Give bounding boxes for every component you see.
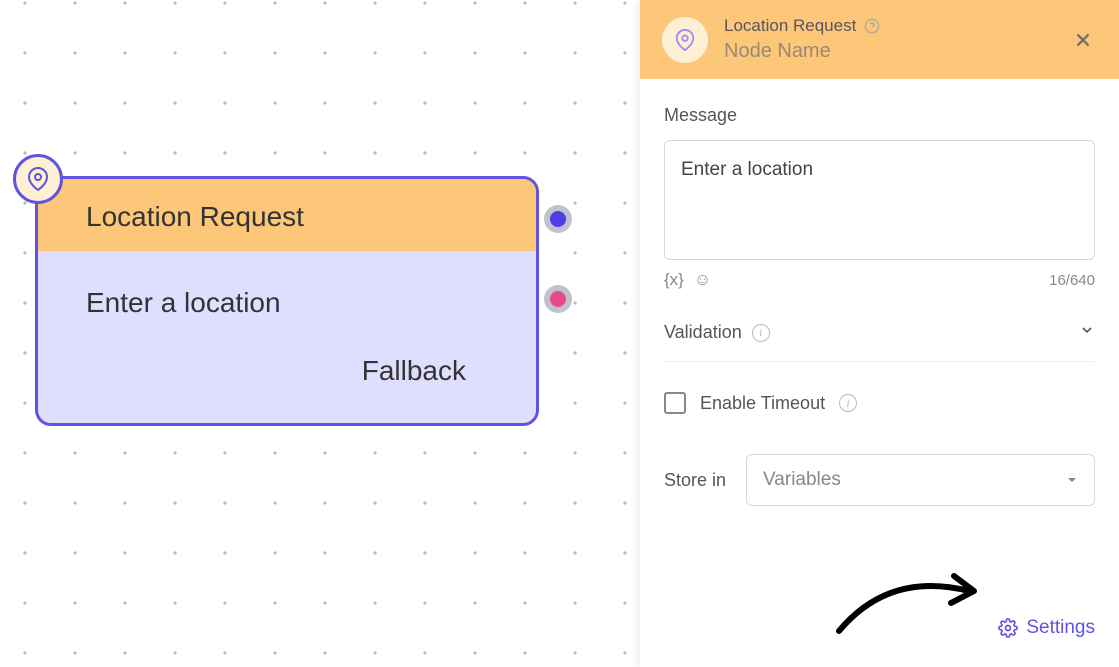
node-icon-badge xyxy=(13,154,63,204)
output-port-fallback[interactable] xyxy=(544,285,572,313)
help-icon[interactable] xyxy=(864,18,880,34)
store-row: Store in Variables xyxy=(664,444,1095,506)
store-label: Store in xyxy=(664,470,726,491)
timeout-row: Enable Timeout i xyxy=(664,376,1095,430)
node-message-row: Enter a location xyxy=(86,269,516,337)
message-input[interactable] xyxy=(664,140,1095,260)
node-message-text: Enter a location xyxy=(86,287,281,319)
panel-icon-badge xyxy=(662,17,708,63)
settings-label: Settings xyxy=(1026,617,1095,639)
enable-timeout-checkbox[interactable] xyxy=(664,392,686,414)
validation-section[interactable]: Validation i xyxy=(664,304,1095,362)
caret-down-icon xyxy=(1066,474,1078,486)
node-name-field[interactable]: Node Name xyxy=(724,40,1053,63)
node-card[interactable]: Location Request Enter a location Fallba… xyxy=(35,176,539,426)
node-body: Enter a location Fallback xyxy=(38,251,536,423)
char-counter: 16/640 xyxy=(1049,272,1095,289)
dropdown-value: Variables xyxy=(763,469,841,491)
location-pin-icon xyxy=(674,29,696,51)
gear-icon xyxy=(998,618,1018,638)
emoji-icon[interactable]: ☺ xyxy=(694,270,711,290)
enable-timeout-label: Enable Timeout xyxy=(700,393,825,414)
validation-label: Validation xyxy=(664,322,742,343)
node-fallback-row: Fallback xyxy=(86,337,516,405)
settings-button[interactable]: Settings xyxy=(998,617,1095,639)
flow-canvas[interactable]: Location Request Enter a location Fallba… xyxy=(0,0,640,667)
panel-title: Location Request xyxy=(724,16,856,36)
close-icon xyxy=(1072,29,1094,51)
node-fallback-label: Fallback xyxy=(362,355,466,387)
panel-body: Message {x} ☺ 16/640 Validation i Enable… xyxy=(640,79,1119,667)
panel-header: Location Request Node Name xyxy=(640,0,1119,79)
insert-variable-icon[interactable]: {x} xyxy=(664,270,684,290)
info-icon[interactable]: i xyxy=(839,394,857,412)
location-pin-icon xyxy=(26,167,50,191)
chevron-down-icon xyxy=(1079,322,1095,343)
output-port-main[interactable] xyxy=(544,205,572,233)
close-button[interactable] xyxy=(1069,26,1097,54)
info-icon[interactable]: i xyxy=(752,324,770,342)
message-label: Message xyxy=(664,105,1095,126)
properties-panel: Location Request Node Name Message {x} ☺… xyxy=(640,0,1119,667)
node-title: Location Request xyxy=(38,179,536,251)
variables-dropdown[interactable]: Variables xyxy=(746,454,1095,506)
